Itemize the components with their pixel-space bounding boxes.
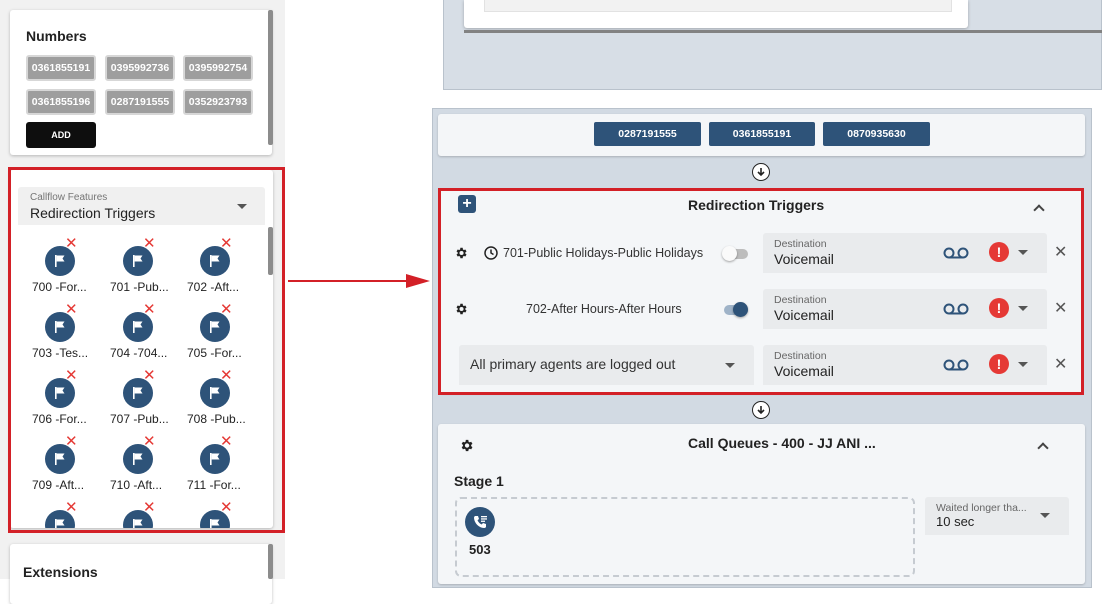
- arrow-down-icon: [752, 401, 770, 419]
- numbers-card: Numbers 0361855191 0395992736 0395992754…: [10, 10, 272, 155]
- section-divider: [464, 30, 1102, 33]
- stage-label: Stage 1: [454, 473, 504, 489]
- call-queues-title: Call Queues - 400 - JJ ANI ...: [688, 435, 876, 451]
- number-chip[interactable]: 0395992736: [105, 55, 175, 81]
- wait-time-select[interactable]: Waited longer tha... 10 sec: [925, 497, 1069, 535]
- extensions-title: Extensions: [23, 564, 98, 580]
- number-chip[interactable]: 0395992754: [183, 55, 253, 81]
- add-number-button[interactable]: ADD: [26, 122, 96, 148]
- numbers-scrollbar[interactable]: [268, 10, 273, 145]
- extensions-scrollbar[interactable]: [268, 544, 273, 579]
- highlight-box-right: [438, 188, 1084, 395]
- arrow-down-icon: [752, 163, 770, 181]
- previous-section-field: [484, 0, 952, 12]
- number-chip[interactable]: 0287191555: [105, 89, 175, 115]
- flow-number-button[interactable]: 0870935630: [823, 122, 930, 146]
- wait-value: 10 sec: [936, 514, 975, 529]
- numbers-title: Numbers: [26, 28, 87, 44]
- queue-number: 503: [469, 542, 491, 557]
- flow-number-button[interactable]: 0287191555: [594, 122, 701, 146]
- chevron-down-icon: [1040, 513, 1050, 518]
- annotation-arrow-head: [406, 274, 430, 288]
- annotation-arrow: [288, 280, 410, 282]
- call-queue-icon[interactable]: [465, 507, 495, 537]
- number-chip[interactable]: 0352923793: [183, 89, 253, 115]
- stage-dropzone[interactable]: [455, 497, 915, 577]
- gear-icon[interactable]: [459, 438, 474, 453]
- wait-label: Waited longer tha...: [936, 502, 1027, 514]
- flow-number-button[interactable]: 0361855191: [709, 122, 815, 146]
- highlight-box-left: [8, 167, 285, 533]
- number-chip[interactable]: 0361855196: [26, 89, 96, 115]
- extensions-card: Extensions: [10, 544, 272, 604]
- number-chip[interactable]: 0361855191: [26, 55, 96, 81]
